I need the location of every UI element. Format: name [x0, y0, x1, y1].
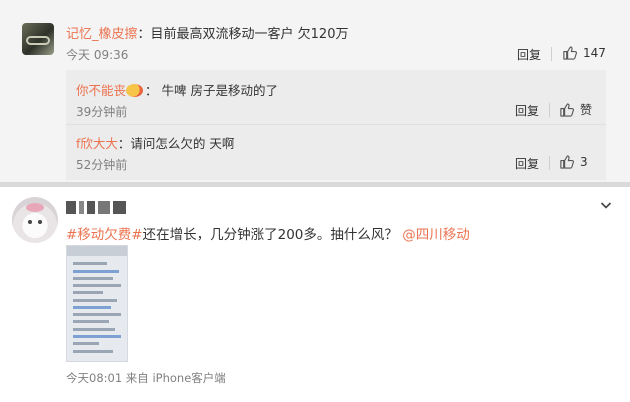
comment-username[interactable]: 记忆_橡皮擦 [66, 27, 138, 42]
reply-like-count: 3 [580, 154, 588, 169]
reply-item: 你不能丧 ： 牛啤 房子是移动的了 [76, 80, 278, 99]
reply-text: ：请问怎么欠的 天啊 [117, 136, 235, 151]
reply-reply-button[interactable]: 回复 [515, 155, 539, 172]
reply-like-label: 赞 [580, 103, 593, 117]
reply-text: ： 牛啤 房子是移动的了 [145, 83, 278, 98]
post-mention[interactable]: @四川移动 [402, 227, 470, 243]
comment-time: 今天 09:36 [66, 48, 129, 62]
commenter-avatar[interactable] [22, 23, 54, 55]
reply-like-button[interactable]: 赞 [559, 101, 592, 118]
post-text: #移动欠费#还在增长，几分钟涨了200多。抽什么风？ @四川移动 [66, 223, 470, 243]
post-card: #移动欠费#还在增长，几分钟涨了200多。抽什么风？ @四川移动 今天08:01… [0, 187, 630, 402]
comment-like-count: 147 [583, 45, 606, 60]
thumbs-up-icon [560, 103, 574, 117]
reply-username[interactable]: f欣大大 [76, 136, 118, 151]
reply-item: f欣大大：请问怎么欠的 天啊 [76, 133, 234, 152]
reply-time: 39分钟前 [76, 105, 128, 119]
reply-reply-button[interactable]: 回复 [515, 102, 539, 119]
reply-username[interactable]: 你不能丧 [76, 83, 126, 98]
comment-panel: 记忆_橡皮擦：目前最高双流移动一客户 欠120万 今天 09:36 回复 147… [0, 0, 630, 182]
reply-like-button[interactable]: 3 [559, 154, 588, 169]
action-divider [549, 156, 550, 170]
reply-divider [66, 124, 606, 125]
post-image-thumbnail[interactable] [66, 245, 128, 362]
chevron-down-icon[interactable] [600, 199, 612, 211]
action-divider [551, 47, 552, 61]
action-divider [549, 103, 550, 117]
post-body: 还在增长，几分钟涨了200多。抽什么风？ [142, 227, 398, 243]
reply-time: 52分钟前 [76, 158, 128, 172]
comment-reply-button[interactable]: 回复 [517, 46, 541, 63]
thumbs-up-icon [563, 46, 577, 60]
poster-name-redacted[interactable] [66, 201, 126, 214]
thumbs-up-icon [560, 155, 574, 169]
poster-avatar[interactable] [12, 197, 58, 243]
comment-like-button[interactable]: 147 [562, 45, 606, 60]
emoji-icon [126, 84, 144, 97]
post-meta: 今天08:01 来自 iPhone客户端 [66, 371, 226, 385]
reply-list: 你不能丧 ： 牛啤 房子是移动的了 39分钟前 回复 赞 f欣大大：请问怎么欠的 … [66, 70, 606, 180]
post-hashtag[interactable]: #移动欠费# [66, 227, 143, 243]
comment-text: ：目前最高双流移动一客户 欠120万 [137, 27, 349, 42]
comment-line: 记忆_橡皮擦：目前最高双流移动一客户 欠120万 [66, 23, 348, 42]
